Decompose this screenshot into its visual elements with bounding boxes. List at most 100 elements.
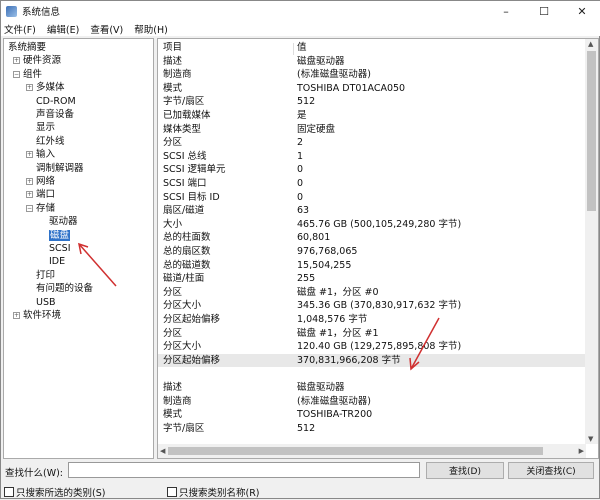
find-input[interactable]: [68, 462, 420, 478]
tree-item-label: 有问题的设备: [36, 283, 94, 295]
only-selected-checkbox[interactable]: 只搜索所选的类别(S): [4, 485, 105, 499]
tree-item-label: USB: [36, 296, 56, 308]
table-row[interactable]: 制造商 (标准磁盘驱动器): [158, 395, 586, 409]
horizontal-scroll-thumb[interactable]: [168, 447, 543, 455]
value-cell: 255: [297, 273, 316, 285]
tree-item[interactable]: IDE: [49, 255, 65, 268]
expand-icon[interactable]: +: [26, 84, 33, 92]
tree-item-label: 打印: [36, 269, 56, 281]
vertical-scrollbar[interactable]: ▲ ▼: [585, 39, 598, 444]
tree-item[interactable]: 声音设备: [36, 108, 74, 121]
table-row[interactable]: 大小 465.76 GB (500,105,249,280 字节): [158, 218, 586, 232]
table-row[interactable]: SCSI 端口 0: [158, 177, 586, 191]
column-header-item[interactable]: 项目: [163, 41, 182, 55]
scroll-left-icon[interactable]: ◀: [160, 447, 165, 455]
table-row[interactable]: 字节/扇区 512: [158, 422, 586, 436]
tree-item-label: 磁盘: [49, 229, 71, 241]
tree-item-label: 显示: [36, 122, 56, 134]
item-cell: SCSI 逻辑单元: [163, 164, 226, 176]
table-row[interactable]: 扇区/磁道 63: [158, 204, 586, 218]
collapse-icon[interactable]: −: [13, 70, 20, 78]
tree-item[interactable]: SCSI: [49, 242, 71, 255]
value-cell: 磁盘驱动器: [297, 382, 345, 393]
expand-icon[interactable]: +: [26, 191, 33, 199]
tree-item[interactable]: 打印: [36, 269, 55, 282]
tree-item[interactable]: + 多媒体: [26, 81, 65, 94]
tree-item[interactable]: − 存储: [26, 202, 55, 215]
table-row[interactable]: 媒体类型 固定硬盘: [158, 123, 586, 137]
column-divider[interactable]: [293, 43, 294, 55]
tree-item[interactable]: 磁盘: [49, 229, 71, 242]
tree-item[interactable]: − 组件: [13, 68, 42, 81]
maximize-button[interactable]: ☐: [525, 1, 563, 21]
table-row[interactable]: 分区大小 120.40 GB (129,275,895,808 字节): [158, 340, 586, 354]
table-row[interactable]: 分区 磁盘 #1，分区 #0: [158, 286, 586, 300]
category-tree[interactable]: 系统摘要 + 硬件资源 − 组件 + 多媒体 CD-ROM 声音设备 显示 红外线 + 输入 调制解调器 +…: [3, 38, 154, 459]
table-row[interactable]: 分区起始偏移 370,831,966,208 字节: [158, 353, 586, 368]
table-row[interactable]: 分区大小 345.36 GB (370,830,917,632 字节): [158, 299, 586, 313]
table-row[interactable]: 字节/扇区 512: [158, 95, 586, 109]
table-row[interactable]: 磁道/柱面 255: [158, 272, 586, 286]
value-cell: 345.36 GB (370,830,917,632 字节): [297, 300, 462, 312]
value-cell: (标准磁盘驱动器): [297, 395, 371, 407]
checkbox-box[interactable]: [167, 487, 177, 497]
only-selected-label: 只搜索所选的类别(S): [16, 488, 106, 499]
table-row[interactable]: 模式 TOSHIBA DT01ACA050: [158, 82, 586, 96]
table-row[interactable]: 描述 磁盘驱动器: [158, 381, 586, 395]
tree-item-label: 软件环境: [23, 310, 62, 321]
tree-item[interactable]: 显示: [36, 121, 55, 134]
menu-view[interactable]: 查看(V): [90, 22, 123, 36]
table-row[interactable]: 已加载媒体 是: [158, 109, 586, 123]
table-row[interactable]: 总的扇区数 976,768,065: [158, 245, 586, 259]
vertical-scroll-thumb[interactable]: [587, 51, 596, 211]
horizontal-scrollbar[interactable]: ◀ ▶: [158, 444, 586, 458]
tree-item[interactable]: 驱动器: [49, 215, 78, 228]
table-row[interactable]: 分区 磁盘 #1，分区 #1: [158, 327, 586, 341]
menu-edit[interactable]: 编辑(E): [47, 22, 79, 36]
table-row[interactable]: SCSI 总线 1: [158, 150, 586, 164]
table-row[interactable]: 分区起始偏移 1,048,576 字节: [158, 313, 586, 327]
menu-help[interactable]: 帮助(H): [134, 22, 168, 36]
table-row[interactable]: 制造商 (标准磁盘驱动器): [158, 68, 586, 82]
table-row[interactable]: 总的磁道数 15,504,255: [158, 259, 586, 273]
tree-item[interactable]: + 硬件资源: [13, 54, 61, 67]
column-header-value[interactable]: 值: [297, 41, 307, 55]
tree-item[interactable]: 红外线: [36, 135, 65, 148]
tree-item[interactable]: USB: [36, 296, 56, 309]
table-row[interactable]: SCSI 目标 ID 0: [158, 191, 586, 205]
table-row[interactable]: 分区 2: [158, 136, 586, 150]
close-button[interactable]: ✕: [563, 1, 600, 21]
tree-item-label: 红外线: [36, 135, 65, 147]
item-cell: 总的扇区数: [163, 246, 211, 257]
tree-item[interactable]: + 输入: [26, 148, 55, 161]
scroll-down-icon[interactable]: ▼: [588, 435, 593, 443]
expand-icon[interactable]: +: [26, 178, 33, 185]
tree-item[interactable]: + 网络: [26, 175, 55, 188]
details-list[interactable]: 项目 值 描述 磁盘驱动器 制造商 (标准磁盘驱动器) 模式 TOSHIBA DT01AC…: [157, 38, 599, 459]
scroll-up-icon[interactable]: ▲: [588, 40, 593, 48]
close-find-button[interactable]: 关闭查找(C): [508, 462, 594, 479]
expand-icon[interactable]: +: [13, 312, 20, 319]
scroll-right-icon[interactable]: ▶: [579, 447, 584, 455]
collapse-icon[interactable]: −: [26, 204, 33, 212]
minimize-button[interactable]: –: [487, 1, 525, 21]
table-row[interactable]: SCSI 逻辑单元 0: [158, 163, 586, 177]
table-row[interactable]: 模式 TOSHIBA-TR200: [158, 408, 586, 422]
tree-item[interactable]: + 端口: [26, 188, 55, 201]
checkbox-box[interactable]: [4, 487, 14, 497]
only-names-checkbox[interactable]: 只搜索类别名称(R): [167, 485, 260, 499]
table-row[interactable]: 描述 磁盘驱动器: [158, 55, 586, 69]
expand-icon[interactable]: +: [13, 57, 20, 65]
table-row[interactable]: 总的柱面数 60,801: [158, 231, 586, 245]
tree-item[interactable]: 调制解调器: [36, 162, 84, 175]
tree-item[interactable]: 有问题的设备: [36, 282, 93, 295]
tree-item[interactable]: 系统摘要: [8, 41, 46, 54]
find-button[interactable]: 查找(D): [426, 462, 504, 479]
tree-item-label: 网络: [36, 176, 56, 187]
tree-item[interactable]: CD-ROM: [36, 95, 76, 108]
value-cell: 磁盘驱动器: [297, 55, 345, 67]
table-row[interactable]: [158, 367, 586, 381]
menu-file[interactable]: 文件(F): [4, 22, 36, 36]
tree-item[interactable]: + 软件环境: [13, 309, 61, 322]
expand-icon[interactable]: +: [26, 151, 33, 159]
